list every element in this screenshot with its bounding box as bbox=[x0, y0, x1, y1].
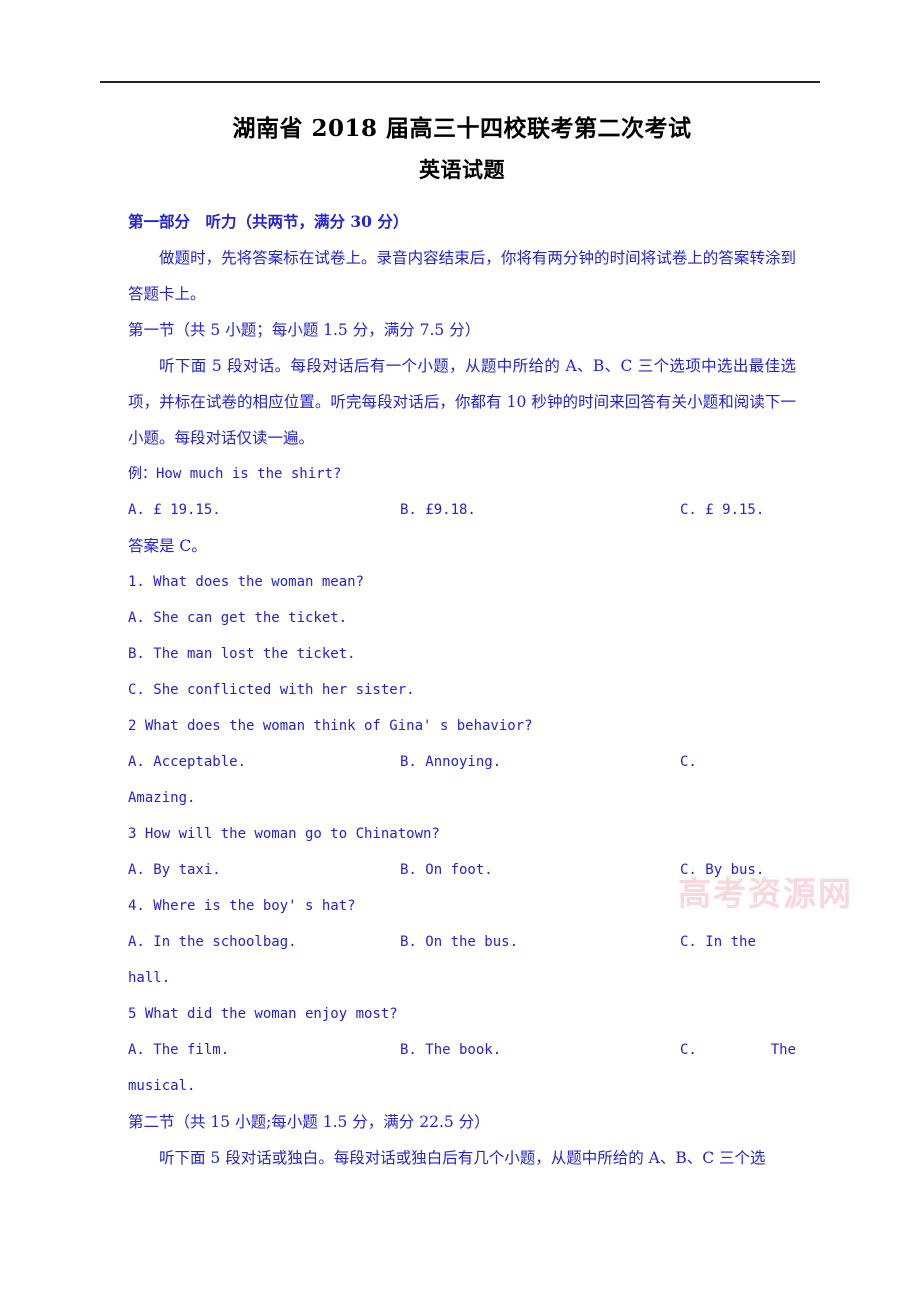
question-5-option-c-partial: C. The bbox=[680, 1032, 796, 1068]
question-2-stem: 2 What does the woman think of Gina' s b… bbox=[128, 718, 533, 734]
question-3-option-a: A. By taxi. bbox=[128, 862, 221, 878]
example-option-b: B. £9.18. bbox=[400, 502, 476, 518]
question-4-option-b: B. On the bus. bbox=[400, 934, 519, 950]
question-4-options-row: A. In the schoolbag. B. On the bus. C. I… bbox=[128, 924, 796, 960]
page-title: 湖南省 2018 届高三十四校联考第二次考试 bbox=[232, 115, 692, 142]
question-4-stem: 4. Where is the boy' s hat? bbox=[128, 898, 356, 914]
question-2-option-c-letter: C. bbox=[680, 754, 697, 770]
question-5-option-a: A. The film. bbox=[128, 1042, 230, 1058]
question-5-options-row: A. The film. B. The book. C. The bbox=[128, 1032, 796, 1068]
header-divider-rule bbox=[100, 81, 820, 83]
question-5-option-b: B. The book. bbox=[400, 1042, 502, 1058]
question-2-option-a: A. Acceptable. bbox=[128, 754, 247, 770]
question-5-option-c-continuation: musical. bbox=[128, 1078, 196, 1094]
example-option-a: A. £ 19.15. bbox=[128, 502, 221, 518]
question-5-stem: 5 What did the woman enjoy most? bbox=[128, 1006, 398, 1022]
question-1-option-a: A. She can get the ticket. bbox=[128, 610, 348, 626]
question-2-options-row: A. Acceptable. B. Annoying. C. bbox=[128, 744, 796, 780]
question-3-options-row: A. By taxi. B. On foot. C. By bus. bbox=[128, 852, 796, 888]
question-3-stem: 3 How will the woman go to Chinatown? bbox=[128, 826, 440, 842]
question-1-option-c: C. She conflicted with her sister. bbox=[128, 682, 415, 698]
exam-paper-page: 高考资源网 湖南省 2018 届高三十四校联考第二次考试 英语试题 第一部分 听… bbox=[0, 0, 920, 1302]
part-one-instruction: 做题时，先将答案标在试卷上。录音内容结束后，你将有两分钟的时间将试卷上的答案转涂… bbox=[128, 249, 796, 303]
part-one-heading: 第一部分 听力（共两节，满分 30 分） bbox=[128, 212, 409, 231]
page-subtitle: 英语试题 bbox=[419, 157, 505, 182]
question-4-option-c-partial: C. In the bbox=[680, 924, 796, 960]
question-4-option-c-letter: C. bbox=[680, 934, 697, 950]
example-options-row: A. £ 19.15. B. £9.18. C. £ 9.15. bbox=[128, 492, 796, 528]
question-4-option-c-text: In the bbox=[705, 934, 756, 950]
question-1-option-b: B. The man lost the ticket. bbox=[128, 646, 356, 662]
question-5-option-c-letter: C. bbox=[680, 1042, 697, 1058]
section-one-heading: 第一节（共 5 小题；每小题 1.5 分，满分 7.5 分） bbox=[128, 321, 481, 339]
question-3-option-b: B. On foot. bbox=[400, 862, 493, 878]
document-content: 湖南省 2018 届高三十四校联考第二次考试 英语试题 第一部分 听力（共两节，… bbox=[128, 112, 796, 1176]
section-two-heading: 第二节（共 15 小题;每小题 1.5 分，满分 22.5 分） bbox=[128, 1113, 490, 1131]
question-5-option-c-text: The bbox=[770, 1042, 796, 1058]
question-1-stem: 1. What does the woman mean? bbox=[128, 574, 365, 590]
example-option-c: C. £ 9.15. bbox=[680, 502, 765, 518]
section-two-instruction: 听下面 5 段对话或独白。每段对话或独白后有几个小题，从题中所给的 A、B、C … bbox=[159, 1149, 766, 1167]
question-2-option-c-continuation: Amazing. bbox=[128, 790, 196, 806]
question-3-option-c: C. By bus. bbox=[680, 862, 765, 878]
section-one-instruction: 听下面 5 段对话。每段对话后有一个小题，从题中所给的 A、B、C 三个选项中选… bbox=[128, 357, 796, 447]
question-4-option-a: A. In the schoolbag. bbox=[128, 934, 297, 950]
question-4-option-c-continuation: hall. bbox=[128, 970, 171, 986]
example-answer-line: 答案是 C。 bbox=[128, 537, 207, 555]
question-2-option-b: B. Annoying. bbox=[400, 754, 502, 770]
example-stem: 例：How much is the shirt? bbox=[128, 466, 342, 482]
